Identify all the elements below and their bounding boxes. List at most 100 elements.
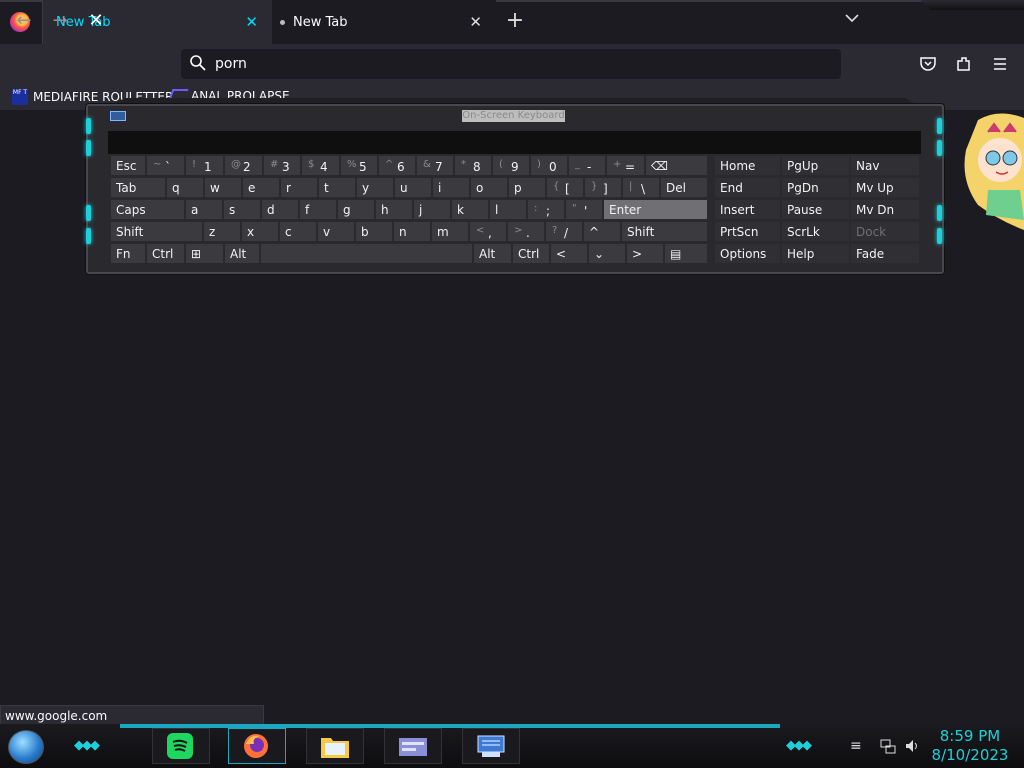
osk-key[interactable]: Tab	[110, 177, 166, 198]
file-explorer-icon[interactable]	[320, 732, 349, 760]
osk-key[interactable]: w	[204, 177, 242, 198]
osk-key[interactable]: <,	[469, 221, 507, 242]
forward-arrow-icon[interactable]: →	[48, 10, 72, 31]
osk-key[interactable]: n	[393, 221, 431, 242]
stop-icon[interactable]: ✕	[84, 10, 108, 31]
osk-key[interactable]: " '	[565, 199, 603, 220]
osk-key[interactable]	[260, 243, 473, 264]
osk-key[interactable]: b	[355, 221, 393, 242]
pocket-icon[interactable]	[919, 55, 937, 77]
osk-key[interactable]: d	[261, 199, 299, 220]
plus-icon[interactable]: +	[505, 8, 525, 33]
osk-key[interactable]: t	[318, 177, 356, 198]
osk-nav-key[interactable]: Pause	[781, 199, 850, 220]
osk-key[interactable]: h	[375, 199, 413, 220]
network-icon[interactable]	[880, 738, 896, 758]
osk-nav-key[interactable]: Nav	[850, 155, 920, 176]
osk-nav-key[interactable]: PgUp	[781, 155, 850, 176]
close-icon[interactable]: ✕	[469, 13, 482, 31]
start-orb-icon[interactable]	[8, 730, 44, 764]
osk-key[interactable]: Shift	[110, 221, 203, 242]
osk-nav-key[interactable]: Home	[714, 155, 781, 176]
osk-key[interactable]: e	[242, 177, 280, 198]
osk-key[interactable]: @2	[224, 155, 263, 176]
osk-key[interactable]: ! 1	[185, 155, 224, 176]
osk-key[interactable]: v	[317, 221, 355, 242]
osk-nav-key[interactable]: ScrLk	[781, 221, 850, 242]
osk-key[interactable]: & 7	[416, 155, 454, 176]
osk-key[interactable]: <	[550, 243, 588, 264]
volume-icon[interactable]	[904, 738, 920, 758]
osk-nav-key[interactable]: Mv Dn	[850, 199, 920, 220]
close-icon[interactable]: ✕	[245, 13, 258, 31]
osk-key[interactable]: _ -	[568, 155, 606, 176]
osk-key[interactable]: ~ `	[146, 155, 185, 176]
osk-key[interactable]: j	[413, 199, 451, 220]
control-panel-icon[interactable]	[398, 732, 427, 760]
osk-key[interactable]: f	[299, 199, 337, 220]
osk-key[interactable]: m	[431, 221, 469, 242]
osk-nav-key[interactable]: PrtScn	[714, 221, 781, 242]
osk-key[interactable]: c	[279, 221, 317, 242]
extensions-icon[interactable]	[955, 55, 973, 77]
osk-key[interactable]: | \	[622, 177, 660, 198]
osk-key[interactable]: ⊞	[185, 243, 224, 264]
osk-key[interactable]: >.	[507, 221, 545, 242]
osk-key[interactable]: l	[489, 199, 527, 220]
osk-key[interactable]: i	[432, 177, 470, 198]
osk-key[interactable]: >	[626, 243, 664, 264]
system-clock[interactable]: 8:59 PM 8/10/2023	[920, 727, 1020, 765]
osk-key[interactable]: #3	[263, 155, 301, 176]
url-bar[interactable]: porn	[181, 49, 841, 79]
osk-nav-key[interactable]: Mv Up	[850, 177, 920, 198]
on-screen-keyboard-taskbar-icon[interactable]	[476, 732, 505, 760]
osk-nav-key[interactable]: Help	[781, 243, 850, 264]
osk-key[interactable]: ▤	[664, 243, 708, 264]
osk-key[interactable]: (9	[492, 155, 530, 176]
osk-key[interactable]: Ctrl	[512, 243, 550, 264]
osk-key[interactable]: + =	[606, 155, 645, 176]
osk-key[interactable]: s	[223, 199, 261, 220]
osk-key[interactable]: ) 0	[530, 155, 568, 176]
osk-key[interactable]: Esc	[110, 155, 146, 176]
osk-key[interactable]: $4	[301, 155, 340, 176]
osk-key[interactable]: Enter	[603, 199, 708, 220]
osk-key[interactable]: Alt	[473, 243, 512, 264]
osk-nav-key[interactable]: Options	[714, 243, 781, 264]
hamburger-menu-icon[interactable]	[991, 55, 1009, 77]
osk-key[interactable]: x	[241, 221, 279, 242]
osk-key[interactable]: u	[394, 177, 432, 198]
osk-key[interactable]: g	[337, 199, 375, 220]
osk-key[interactable]: k	[451, 199, 489, 220]
osk-nav-key[interactable]: End	[714, 177, 781, 198]
osk-key[interactable]: Del	[660, 177, 708, 198]
osk-nav-key[interactable]: Fade	[850, 243, 920, 264]
osk-key[interactable]: r	[280, 177, 318, 198]
osk-nav-key[interactable]: Insert	[714, 199, 781, 220]
osk-key[interactable]: Alt	[224, 243, 260, 264]
osk-key[interactable]: q	[166, 177, 204, 198]
osk-key[interactable]: p	[508, 177, 546, 198]
osk-key[interactable]: {[	[546, 177, 584, 198]
chevron-down-icon[interactable]	[845, 11, 859, 27]
osk-nav-key[interactable]: Dock	[850, 221, 920, 242]
osk-key[interactable]: % 5	[340, 155, 378, 176]
osk-key[interactable]: ⌄	[588, 243, 626, 264]
osk-key[interactable]: ? /	[545, 221, 583, 242]
osk-key[interactable]: Fn	[110, 243, 146, 264]
back-arrow-icon[interactable]: ←	[12, 10, 36, 31]
osk-key[interactable]: }]	[584, 177, 622, 198]
osk-key[interactable]: a	[185, 199, 223, 220]
osk-key[interactable]: Shift	[621, 221, 708, 242]
osk-key[interactable]: * 8	[454, 155, 492, 176]
osk-key[interactable]: z	[203, 221, 241, 242]
osk-key[interactable]: y	[356, 177, 394, 198]
osk-key[interactable]: :;	[527, 199, 565, 220]
osk-key[interactable]: o	[470, 177, 508, 198]
tab-new-tab[interactable]: New Tab ✕	[272, 0, 496, 44]
osk-key[interactable]: Ctrl	[146, 243, 185, 264]
osk-key[interactable]: ⌫	[645, 155, 708, 176]
tab-new-tab-active[interactable]: New Tab ✕	[42, 0, 272, 44]
osk-key[interactable]: ^	[583, 221, 621, 242]
osk-nav-key[interactable]: PgDn	[781, 177, 850, 198]
